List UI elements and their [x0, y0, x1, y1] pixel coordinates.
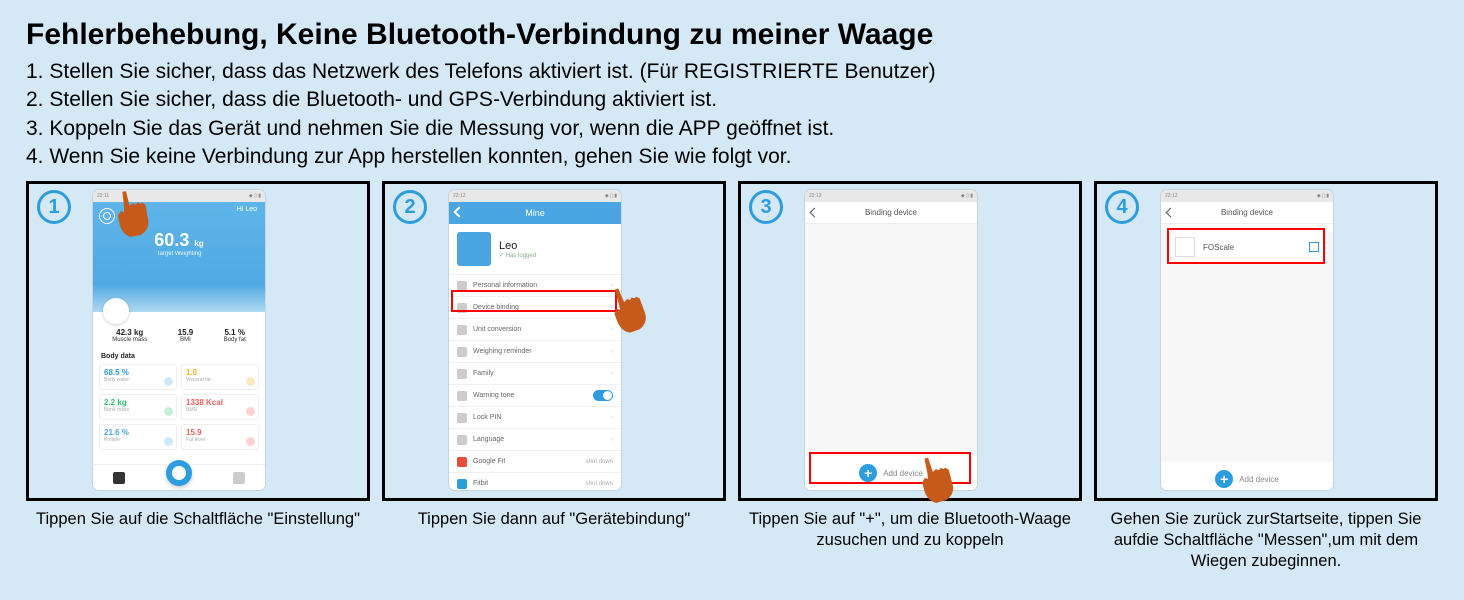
- back-icon[interactable]: [453, 207, 464, 218]
- panel-row: 1 22:11◆ ▯ ▮ Hi Leo 60.3 kg Target Weigh…: [26, 181, 1438, 501]
- instruction-3: 3. Koppeln Sie das Gerät und nehmen Sie …: [26, 115, 1438, 143]
- phone-screenshot-2: 22:12◆ ▯ ▮ Mine Leo ✓ Has logged Persona…: [449, 190, 621, 490]
- add-device-button[interactable]: + Add device: [1161, 462, 1333, 490]
- step-badge-3: 3: [749, 190, 783, 224]
- caption-row: Tippen Sie auf die Schaltfläche "Einstel…: [26, 509, 1438, 571]
- row-fitbit[interactable]: Fitbitshut down: [449, 472, 621, 490]
- device-thumbnail: [1175, 237, 1195, 257]
- caption-2: Tippen Sie dann auf "Gerätebindung": [382, 509, 726, 571]
- binding-header: Binding device: [805, 202, 977, 224]
- caption-3: Tippen Sie auf "+", um die Bluetooth-Waa…: [738, 509, 1082, 571]
- row-unit-conversion[interactable]: Unit conversion›: [449, 318, 621, 340]
- step-badge-4: 4: [1105, 190, 1139, 224]
- device-name: FOScale: [1203, 243, 1234, 252]
- status-bar: 22:12◆ ▯ ▮: [805, 190, 977, 202]
- edit-icon[interactable]: [1309, 242, 1319, 252]
- home-icon[interactable]: [113, 472, 125, 484]
- tab-bar: [93, 464, 265, 490]
- status-bar: 22:12◆ ▯ ▮: [449, 190, 621, 202]
- body-data-label: Body data: [93, 349, 265, 362]
- panel-1: 1 22:11◆ ▯ ▮ Hi Leo 60.3 kg Target Weigh…: [26, 181, 370, 501]
- binding-header: Binding device: [1161, 202, 1333, 224]
- user-greeting: Hi Leo: [237, 206, 257, 213]
- profile-icon[interactable]: [233, 472, 245, 484]
- caption-1: Tippen Sie auf die Schaltfläche "Einstel…: [26, 509, 370, 571]
- weight-value: 60.3: [154, 230, 189, 250]
- step-badge-1: 1: [37, 190, 71, 224]
- page-title: Fehlerbehebung, Keine Bluetooth-Verbindu…: [26, 18, 1438, 52]
- dashboard-hero: Hi Leo 60.3 kg Target Weighting: [93, 202, 265, 312]
- back-icon[interactable]: [1166, 208, 1176, 218]
- back-icon[interactable]: [810, 208, 820, 218]
- plus-icon: +: [1215, 470, 1233, 488]
- row-device-binding[interactable]: Device binding›: [449, 296, 621, 318]
- user-block: Leo ✓ Has logged: [449, 224, 621, 274]
- row-lock-pin[interactable]: Lock PIN›: [449, 406, 621, 428]
- row-personal-info[interactable]: Personal information›: [449, 274, 621, 296]
- body-data-grid: 68.5 %Body water 1.0Visceral fat 2.2 kgB…: [93, 362, 265, 452]
- device-row[interactable]: FOScale: [1167, 232, 1327, 262]
- weight-subtitle: Target Weighting: [93, 251, 265, 257]
- instruction-1: 1. Stellen Sie sicher, dass das Netzwerk…: [26, 58, 1438, 86]
- plus-icon: +: [859, 464, 877, 482]
- instruction-list: 1. Stellen Sie sicher, dass das Netzwerk…: [26, 58, 1438, 171]
- mine-header: Mine: [449, 202, 621, 224]
- caption-4: Gehen Sie zurück zurStartseite, tippen S…: [1094, 509, 1438, 571]
- login-status: ✓ Has logged: [499, 252, 536, 259]
- row-google-fit[interactable]: Google Fitshut down: [449, 450, 621, 472]
- user-name: Leo: [499, 240, 536, 252]
- row-warning-tone[interactable]: Warning tone: [449, 384, 621, 406]
- weight-unit: kg: [194, 239, 203, 248]
- step-badge-2: 2: [393, 190, 427, 224]
- add-device-button[interactable]: + Add device: [805, 456, 977, 490]
- phone-screenshot-3: 22:12◆ ▯ ▮ Binding device + Add device: [805, 190, 977, 490]
- device-list: FOScale: [1161, 232, 1333, 462]
- avatar: [457, 232, 491, 266]
- status-bar: 22:11◆ ▯ ▮: [93, 190, 265, 202]
- instruction-2: 2. Stellen Sie sicher, dass die Bluetoot…: [26, 86, 1438, 114]
- phone-screenshot-4: 22:12◆ ▯ ▮ Binding device FOScale + Add …: [1161, 190, 1333, 490]
- measure-button[interactable]: [166, 460, 192, 486]
- panel-4: 4 22:12◆ ▯ ▮ Binding device FOScale + Ad…: [1094, 181, 1438, 501]
- status-bar: 22:12◆ ▯ ▮: [1161, 190, 1333, 202]
- row-family[interactable]: Family›: [449, 362, 621, 384]
- toggle-switch[interactable]: [593, 390, 613, 401]
- row-weighing-reminder[interactable]: Weighing reminder›: [449, 340, 621, 362]
- instruction-4: 4. Wenn Sie keine Verbindung zur App her…: [26, 143, 1438, 171]
- phone-screenshot-1: 22:11◆ ▯ ▮ Hi Leo 60.3 kg Target Weighti…: [93, 190, 265, 490]
- panel-3: 3 22:12◆ ▯ ▮ Binding device + Add device: [738, 181, 1082, 501]
- empty-list: [805, 224, 977, 456]
- panel-2: 2 22:12◆ ▯ ▮ Mine Leo ✓ Has logged Perso…: [382, 181, 726, 501]
- row-language[interactable]: Language›: [449, 428, 621, 450]
